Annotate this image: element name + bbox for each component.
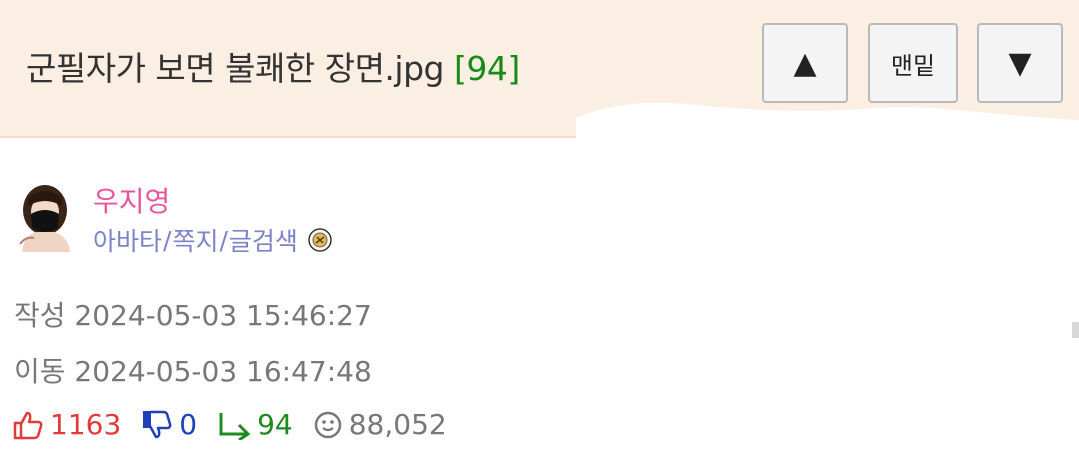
- post-title-text: 군필자가 보면 불쾌한 장면.jpg: [26, 49, 444, 88]
- smiley-icon: [314, 411, 341, 438]
- moved-timestamp: 이동 2024-05-03 16:47:48: [14, 355, 372, 388]
- created-timestamp: 작성 2024-05-03 15:46:27: [14, 299, 372, 332]
- views-stat: 88,052: [313, 408, 447, 441]
- scroll-down-button[interactable]: ▼: [977, 23, 1063, 103]
- author-avatar[interactable]: [16, 184, 74, 252]
- link-separator: /: [163, 225, 172, 255]
- post-stats: 1163 0 94 88,052: [12, 408, 467, 441]
- thumbs-up-icon: [13, 411, 43, 439]
- scroll-up-button[interactable]: ▲: [762, 23, 848, 103]
- go-bottom-button[interactable]: 맨밑: [868, 23, 958, 103]
- author-links: 아바타 / 쪽지 / 글검색: [93, 222, 332, 258]
- post-search-link[interactable]: 글검색: [229, 222, 298, 258]
- like-count: 1163: [50, 408, 122, 441]
- reply-arrow-icon: [219, 412, 251, 440]
- like-stat[interactable]: 1163: [12, 408, 121, 441]
- author-name[interactable]: 우지영: [93, 180, 170, 220]
- message-link[interactable]: 쪽지: [172, 222, 218, 258]
- reply-stat[interactable]: 94: [217, 408, 293, 441]
- edge-scroll-indicator: [1072, 322, 1079, 338]
- reply-count: 94: [257, 408, 293, 441]
- dislike-stat[interactable]: 0: [141, 408, 197, 441]
- post-title: 군필자가 보면 불쾌한 장면.jpg [94]: [26, 42, 520, 90]
- dislike-count: 0: [179, 408, 198, 441]
- header-wave-decoration: [576, 102, 1079, 142]
- view-count: 88,052: [348, 408, 447, 441]
- level-badge-icon: [308, 228, 332, 252]
- link-separator: /: [219, 225, 228, 255]
- avatar-link[interactable]: 아바타: [93, 222, 162, 258]
- thumbs-down-icon: [143, 410, 172, 438]
- comment-count[interactable]: [94]: [454, 49, 520, 88]
